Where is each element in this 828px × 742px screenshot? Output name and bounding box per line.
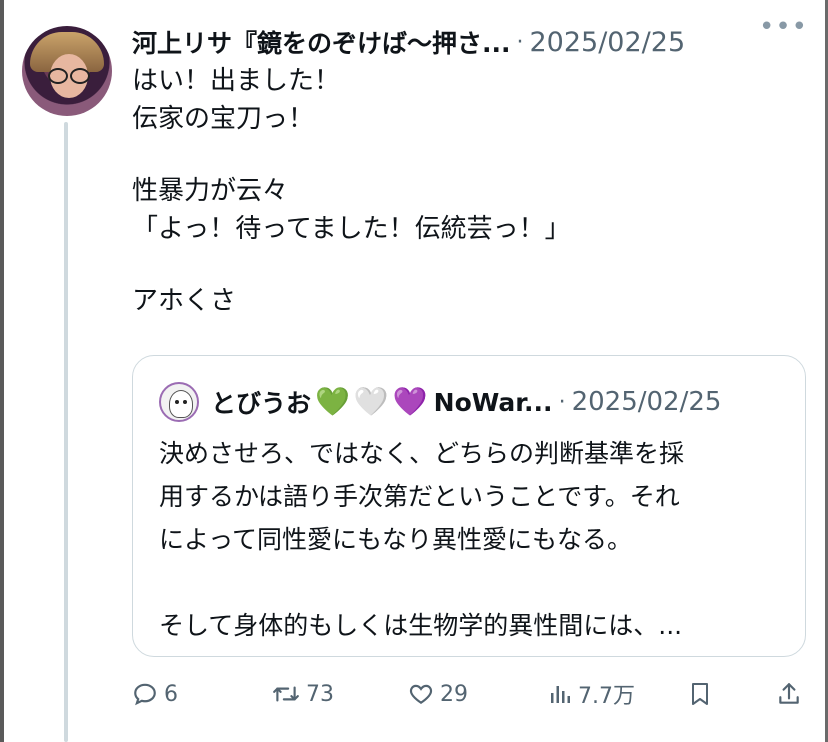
like-count: 29 xyxy=(440,681,468,707)
quoted-line: によって同性愛にもなり異性愛にもなる。 xyxy=(159,525,633,554)
tweet-body: はい！出ました！ 伝家の宝刀っ！ 性暴力が云々 「よっ！待ってました！伝統芸っ！… xyxy=(132,62,792,320)
views-icon xyxy=(551,686,570,703)
quoted-line: 用するかは語り手次第だということです。それ xyxy=(159,482,680,511)
avatar-glasses xyxy=(48,68,90,84)
purple-heart-icon: 💜 xyxy=(392,385,428,418)
reply-button[interactable]: 6 xyxy=(132,672,178,716)
tweet-header: 河上リサ『鏡をのぞけば〜押さ... · 2025/02/25 xyxy=(132,22,812,62)
quoted-tweet-date[interactable]: 2025/02/25 xyxy=(572,387,722,417)
quoted-author-name[interactable]: とびうお xyxy=(211,384,311,420)
header-separator: · xyxy=(516,29,524,55)
tweet-line: 伝家の宝刀っ！ xyxy=(132,104,315,134)
views-button[interactable]: 7.7万 xyxy=(548,672,635,716)
quoted-author-name-suffix[interactable]: NoWar... xyxy=(434,388,553,417)
share-button[interactable] xyxy=(776,672,802,716)
like-icon xyxy=(409,684,433,704)
green-heart-icon: 💚 xyxy=(315,385,350,418)
like-button[interactable]: 29 xyxy=(408,672,468,716)
share-icon xyxy=(779,683,799,704)
author-avatar[interactable] xyxy=(22,26,112,116)
reply-count: 6 xyxy=(164,681,178,707)
more-icon[interactable]: ••• xyxy=(759,12,808,42)
quoted-line: そして身体的もしくは生物学的異性間には、... xyxy=(159,611,683,640)
tweet-date[interactable]: 2025/02/25 xyxy=(530,27,686,58)
reply-icon xyxy=(134,683,156,706)
quoted-tweet-body: 決めさせろ、ではなく、どちらの判断基準を採 用するかは語り手次第だということです… xyxy=(159,432,789,647)
bookmark-button[interactable] xyxy=(688,672,712,716)
tweet-line: 「よっ！待ってました！伝統芸っ！」 xyxy=(132,214,571,244)
quoted-blank-line xyxy=(159,561,789,604)
views-count: 7.7万 xyxy=(578,684,635,709)
tweet-line: アホくさ xyxy=(132,286,237,316)
thread-connector-line xyxy=(64,122,68,742)
author-name[interactable]: 河上リサ『鏡をのぞけば〜押さ... xyxy=(132,24,511,60)
quoted-author-avatar[interactable] xyxy=(159,382,199,422)
white-heart-icon: 🤍 xyxy=(353,385,389,418)
tweet-line: はい！出ました！ xyxy=(132,66,341,96)
action-bar: 6 73 29 7.7万 xyxy=(132,672,812,716)
repost-button[interactable]: 73 xyxy=(272,672,334,716)
quoted-tweet-header: とびうお 💚 🤍 💜 NoWar... · 2025/02/25 xyxy=(159,382,721,422)
bookmark-icon xyxy=(692,683,708,705)
tweet-line: 性暴力が云々 xyxy=(132,176,289,206)
window-frame-left xyxy=(0,0,4,742)
repost-icon xyxy=(273,686,299,702)
quoted-tweet-card[interactable]: とびうお 💚 🤍 💜 NoWar... · 2025/02/25 決めさせろ、で… xyxy=(132,355,806,657)
quoted-header-separator: · xyxy=(558,389,566,415)
repost-count: 73 xyxy=(306,681,334,707)
quoted-line: 決めさせろ、ではなく、どちらの判断基準を採 xyxy=(159,439,685,468)
